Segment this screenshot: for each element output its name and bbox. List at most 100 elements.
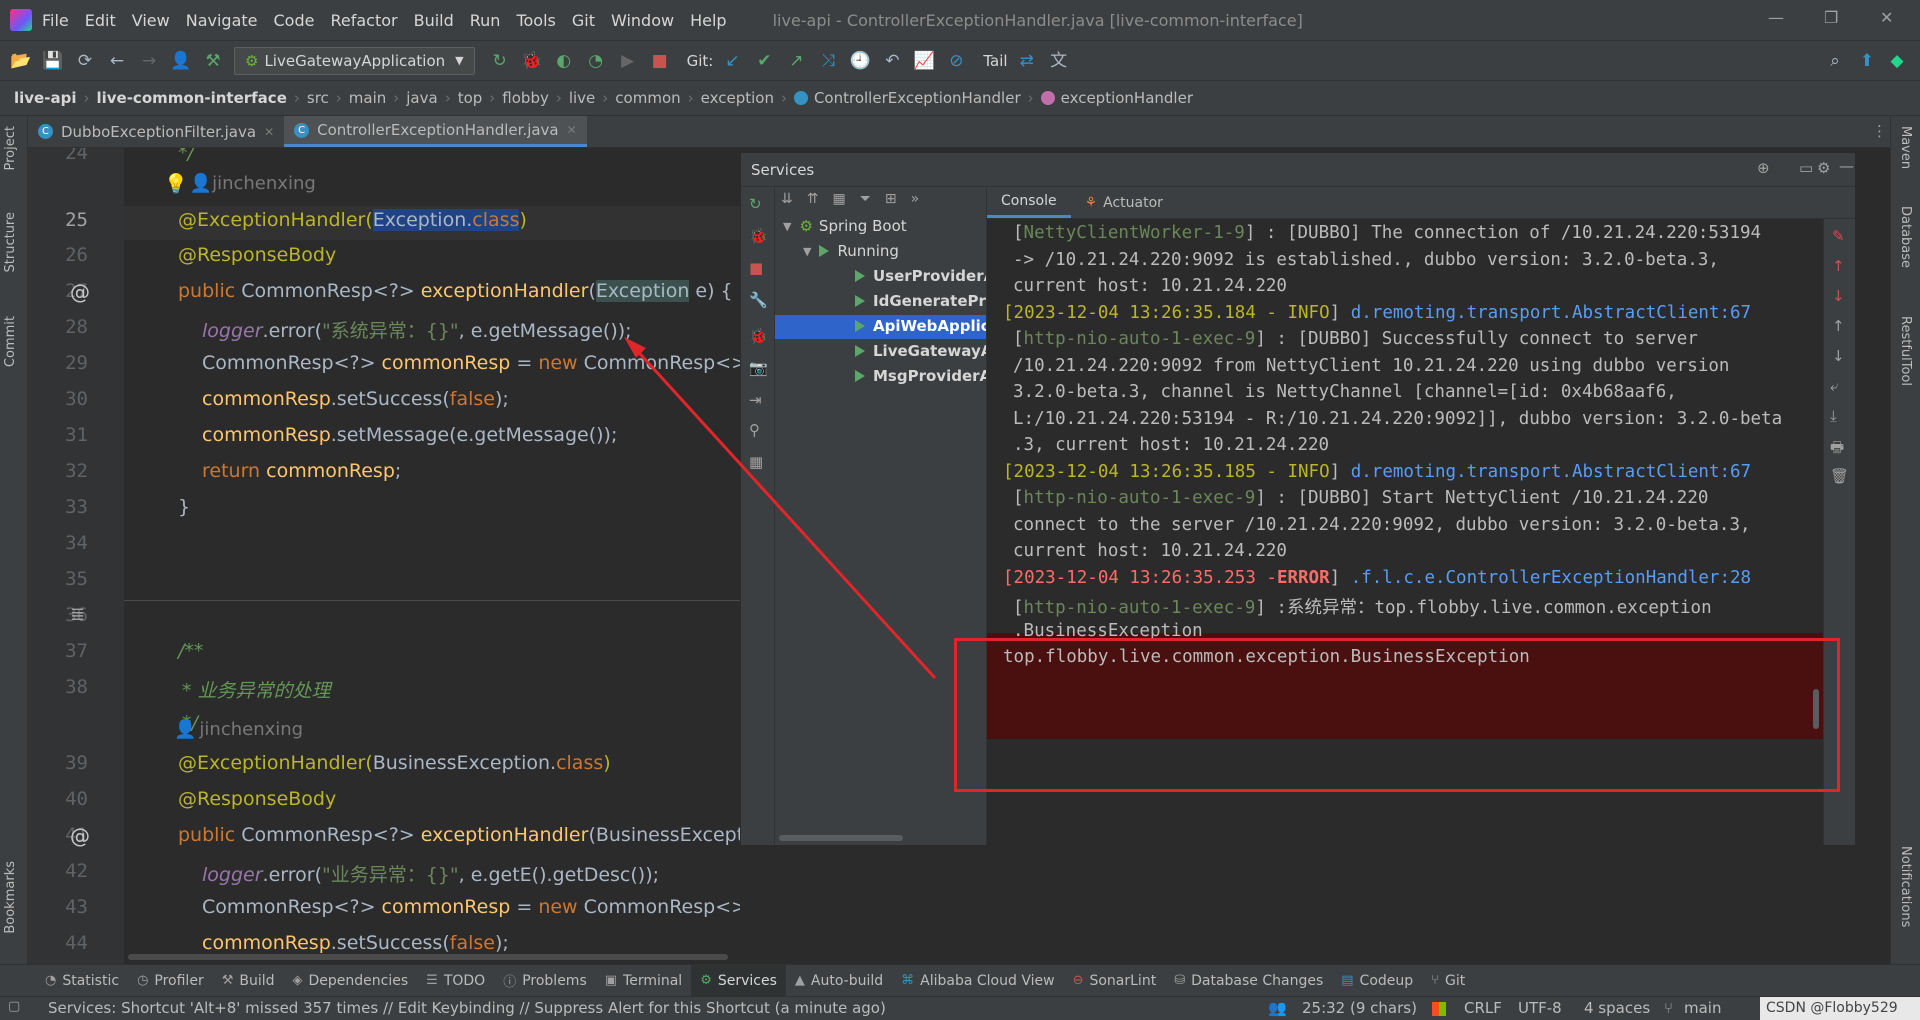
wrench-icon[interactable]: 🔧 (749, 291, 768, 309)
tw-dependencies[interactable]: ◈ Dependencies (284, 965, 418, 996)
tree-app-id-generate[interactable]: IdGeneratePro (855, 292, 986, 310)
restore-icon[interactable]: ❐ (1824, 8, 1838, 27)
tab-actuator[interactable]: ⚘ Actuator (1071, 187, 1177, 218)
search-icon[interactable]: ⌕ (1824, 50, 1846, 72)
tw-sonarlint[interactable]: ⊖ SonarLint (1064, 965, 1166, 996)
commit-tool-button[interactable]: Commit (3, 316, 18, 367)
print-icon[interactable]: 🖶 (1830, 437, 1844, 462)
tree-running[interactable]: ▼ Running (803, 242, 899, 260)
crumb-flobby[interactable]: flobby (502, 89, 549, 107)
save-icon[interactable]: 💾 (42, 50, 64, 72)
tw-problems[interactable]: ⓘ Problems (494, 965, 596, 996)
add-service-icon[interactable]: ⊞ (885, 191, 897, 207)
crumb-project[interactable]: live-api (14, 89, 76, 107)
panel-toggle-icon[interactable]: ▢ (8, 999, 20, 1014)
editor-horizontal-scrollbar[interactable] (128, 954, 728, 960)
tab-controller-exception-handler[interactable]: C ControllerExceptionHandler.java ✕ (284, 116, 587, 147)
sync-icon[interactable]: ⟳ (74, 50, 96, 72)
grid-icon[interactable]: ▦ (749, 453, 763, 471)
debug-icon[interactable]: 🐞 (749, 227, 768, 245)
coverage-icon[interactable]: ◐ (553, 50, 575, 72)
tree-horizontal-scrollbar[interactable] (779, 835, 903, 841)
menu-tools[interactable]: Tools (516, 11, 555, 30)
crumb-live[interactable]: live (569, 89, 595, 107)
tw-terminal[interactable]: ▣ Terminal (596, 965, 691, 996)
bulb-icon[interactable]: 💡 (164, 172, 188, 195)
more-tabs-icon[interactable]: ⋮ (1872, 122, 1887, 140)
tab-dubbo-exception-filter[interactable]: C DubboExceptionFilter.java ✕ (28, 116, 284, 147)
crumb-module[interactable]: live-common-interface (96, 89, 286, 107)
people-icon[interactable]: 👥 (1268, 999, 1287, 1017)
scroll-to-end-icon[interactable]: ⤓ (1830, 407, 1837, 425)
stop-icon[interactable]: ■ (649, 50, 671, 72)
plugin-icon[interactable]: ◆ (1886, 50, 1908, 72)
project-tool-button[interactable]: Project (3, 126, 18, 170)
tw-alibaba-cloud[interactable]: ⌘ Alibaba Cloud View (892, 965, 1063, 996)
trash-icon[interactable]: 🗑 (1830, 467, 1849, 485)
tree-app-msg-provider[interactable]: MsgProviderAp (855, 367, 986, 385)
user-icon[interactable]: 👤 (170, 50, 192, 72)
more-icon[interactable]: » (911, 191, 920, 207)
git-commit-icon[interactable]: ✔ (753, 50, 775, 72)
structure-tool-button[interactable]: Structure (3, 212, 18, 272)
tree-app-api-web[interactable]: ApiWebApplic (855, 317, 986, 335)
tree-app-live-gateway[interactable]: LiveGatewayAp (855, 342, 986, 360)
run-icon[interactable]: ▶ (617, 50, 639, 72)
crumb-common[interactable]: common (615, 89, 680, 107)
clear-errors-icon[interactable]: ✎ (1832, 227, 1845, 245)
tw-todo[interactable]: ☰ TODO (417, 965, 494, 996)
menu-edit[interactable]: Edit (85, 11, 116, 30)
crumb-main[interactable]: main (349, 89, 386, 107)
update-icon[interactable]: ⬆ (1856, 50, 1878, 72)
menu-build[interactable]: Build (414, 11, 454, 30)
translate-icon[interactable]: 文 (1048, 50, 1070, 72)
status-message[interactable]: Services: Shortcut 'Alt+8' missed 357 ti… (48, 999, 886, 1017)
back-icon[interactable]: ← (106, 50, 128, 72)
line-separator[interactable]: CRLF (1464, 999, 1502, 1017)
override-marker-icon[interactable]: @ (70, 824, 90, 848)
collapse-all-icon[interactable]: ⇈ (807, 191, 819, 207)
menu-refactor[interactable]: Refactor (330, 11, 397, 30)
notifications-tool-button[interactable]: Notifications (1898, 846, 1913, 927)
close-tab-icon[interactable]: ✕ (567, 123, 577, 137)
menu-run[interactable]: Run (470, 11, 501, 30)
restfultool-tool-button[interactable]: RestfulTool (1898, 316, 1913, 386)
crumb-top[interactable]: top (458, 89, 483, 107)
remote-icon[interactable]: ⇄ (1016, 50, 1038, 72)
git-update-icon[interactable]: ↙ (721, 50, 743, 72)
menu-navigate[interactable]: Navigate (186, 11, 258, 30)
run-configuration-select[interactable]: ⚙ LiveGatewayApplication ▼ (234, 46, 475, 75)
minimize-icon[interactable]: — (1768, 8, 1784, 27)
history-icon[interactable]: 🕘 (849, 50, 871, 72)
stop-icon[interactable]: ■ (749, 259, 763, 277)
git-push-icon[interactable]: ↗ (785, 50, 807, 72)
tw-codeup[interactable]: ▤ Codeup (1332, 965, 1422, 996)
rollback-icon[interactable]: ↶ (881, 50, 903, 72)
maven-tool-button[interactable]: Maven (1898, 126, 1913, 169)
database-tool-button[interactable]: Database (1898, 206, 1913, 268)
debug-attach-icon[interactable]: 🐞 (749, 327, 768, 345)
tab-console[interactable]: Console (987, 187, 1071, 218)
menu-view[interactable]: View (132, 11, 170, 30)
indent-setting[interactable]: 4 spaces (1584, 999, 1650, 1017)
search-settings-icon[interactable]: ⚲ (749, 421, 760, 439)
doc-render-icon[interactable]: ≣ (70, 604, 85, 625)
debug-icon[interactable]: 🐞 (521, 50, 543, 72)
hide-panel-icon[interactable]: — (1839, 157, 1854, 175)
tree-spring-boot[interactable]: ▼ ⚙ Spring Boot (783, 217, 907, 235)
profile-icon[interactable]: ◔ (585, 50, 607, 72)
override-marker-icon[interactable]: @ (70, 280, 90, 304)
close-tab-icon[interactable]: ✕ (264, 125, 274, 139)
bookmarks-tool-button[interactable]: Bookmarks (3, 861, 18, 934)
group-icon[interactable]: ▦ (832, 191, 845, 207)
rerun-icon[interactable]: ↻ (489, 50, 511, 72)
crumb-method[interactable]: exceptionHandler (1061, 89, 1193, 107)
menu-help[interactable]: Help (690, 11, 726, 30)
no-entry-icon[interactable]: ⊘ (945, 50, 967, 72)
tw-statistic[interactable]: ◔ Statistic (36, 965, 128, 996)
code-editor[interactable]: 24 25 26 27 28 29 30 31 32 33 34 35 36 3… (28, 148, 740, 964)
login-icon[interactable]: ⇥ (749, 391, 762, 409)
menu-git[interactable]: Git (572, 11, 595, 30)
hammer-icon[interactable]: ⚒ (202, 50, 224, 72)
target-icon[interactable]: ⊕ (1757, 159, 1770, 177)
